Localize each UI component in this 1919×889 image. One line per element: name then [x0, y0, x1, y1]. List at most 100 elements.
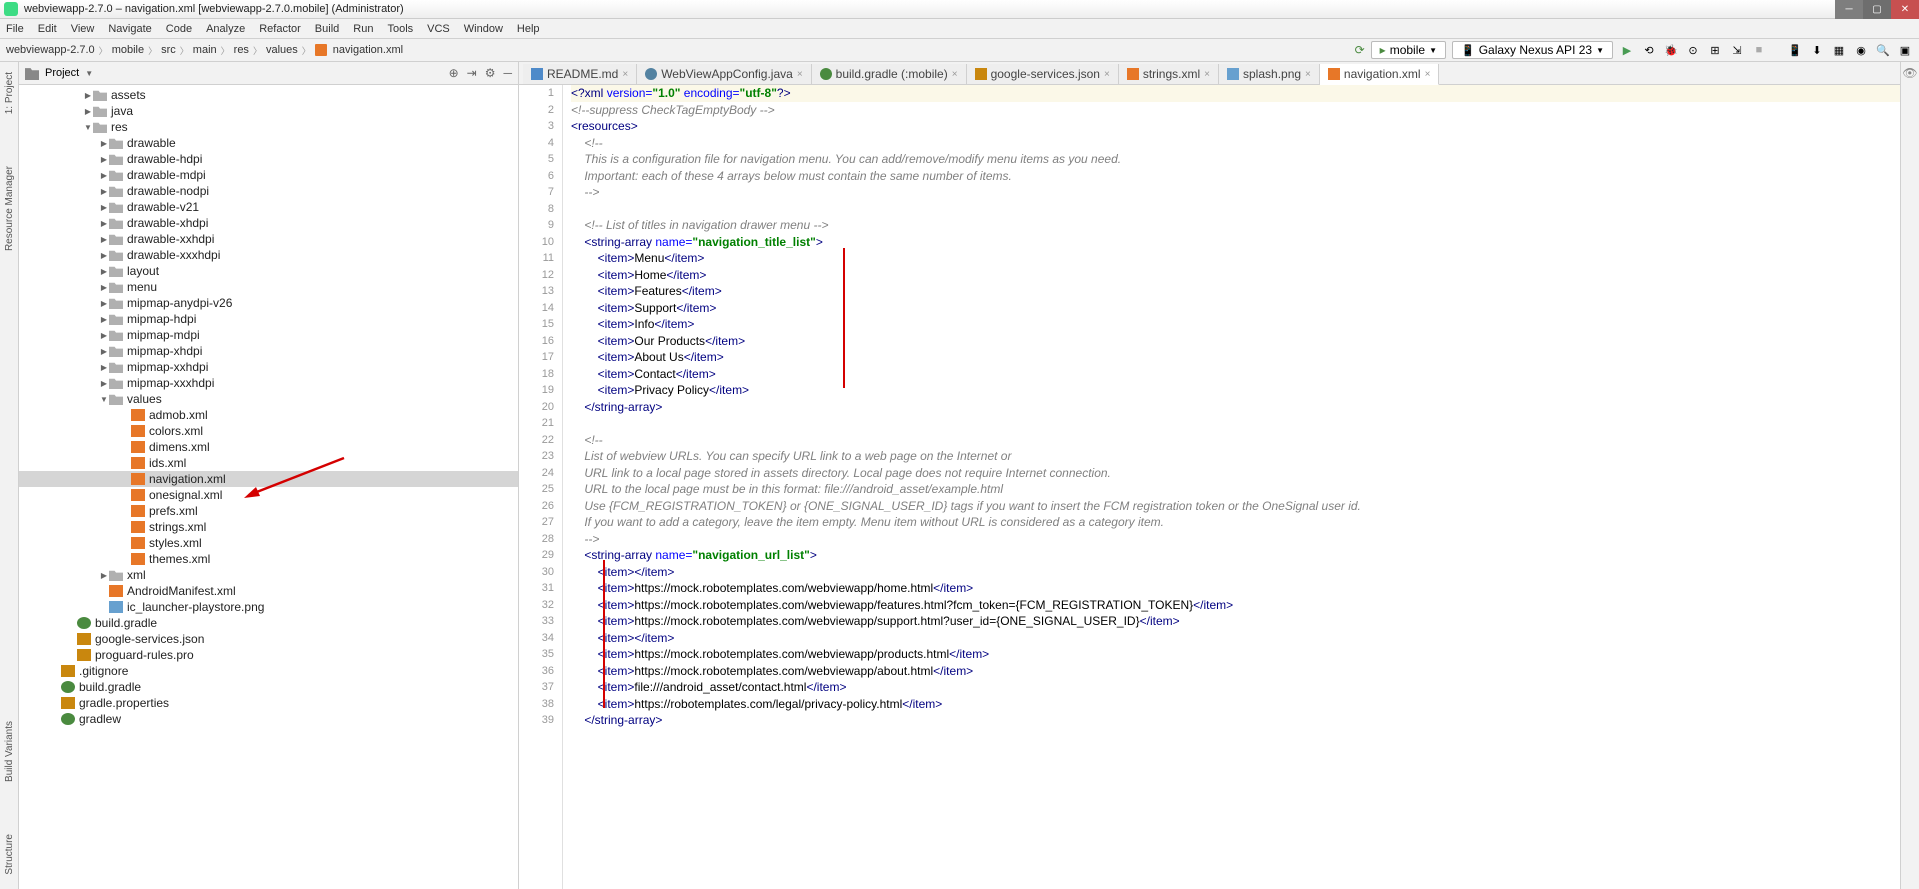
menu-edit[interactable]: Edit — [38, 23, 57, 35]
menu-window[interactable]: Window — [464, 23, 503, 35]
tree-arrow-icon[interactable]: ▶ — [99, 171, 109, 180]
tree-item-values[interactable]: ▼values — [19, 391, 518, 407]
tree-item-mipmap-hdpi[interactable]: ▶mipmap-hdpi — [19, 311, 518, 327]
menu-tools[interactable]: Tools — [387, 23, 413, 35]
code-editor[interactable]: <?xml version="1.0" encoding="utf-8"?><!… — [563, 85, 1900, 889]
tree-arrow-icon[interactable]: ▶ — [99, 571, 109, 580]
code-line[interactable]: <item>Contact</item> — [571, 366, 1900, 383]
tree-arrow-icon[interactable]: ▶ — [99, 363, 109, 372]
tree-item-drawable-xhdpi[interactable]: ▶drawable-xhdpi — [19, 215, 518, 231]
code-line[interactable]: Important: each of these 4 arrays below … — [571, 168, 1900, 185]
editor-tab-google-services-json[interactable]: google-services.json× — [967, 64, 1119, 84]
code-line[interactable]: <!--suppress CheckTagEmptyBody --> — [571, 102, 1900, 119]
tree-item-proguard-rules-pro[interactable]: proguard-rules.pro — [19, 647, 518, 663]
code-line[interactable]: <item></item> — [571, 564, 1900, 581]
project-tool-tab[interactable]: 1: Project — [2, 66, 17, 120]
project-view-dropdown-icon[interactable]: ▼ — [85, 69, 93, 78]
tab-close-icon[interactable]: × — [1305, 69, 1311, 80]
tree-item-colors-xml[interactable]: colors.xml — [19, 423, 518, 439]
breadcrumb-item[interactable]: res — [234, 44, 249, 56]
assistant-icon[interactable]: ◉ — [1853, 42, 1869, 58]
sync-icon[interactable]: ⟳ — [1355, 43, 1365, 57]
editor-tab-readme-md[interactable]: README.md× — [523, 64, 637, 84]
menu-view[interactable]: View — [71, 23, 95, 35]
tree-item-mipmap-mdpi[interactable]: ▶mipmap-mdpi — [19, 327, 518, 343]
add-icon[interactable]: ⊕ — [449, 66, 459, 80]
breadcrumb-item[interactable]: values — [266, 44, 298, 56]
tree-item-drawable-hdpi[interactable]: ▶drawable-hdpi — [19, 151, 518, 167]
tree-arrow-icon[interactable]: ▶ — [99, 379, 109, 388]
code-line[interactable]: URL link to a local page stored in asset… — [571, 465, 1900, 482]
code-line[interactable]: <item>Features</item> — [571, 283, 1900, 300]
tab-close-icon[interactable]: × — [952, 69, 958, 80]
code-line[interactable]: <item>Info</item> — [571, 316, 1900, 333]
build-variants-tab[interactable]: Build Variants — [2, 715, 17, 788]
code-line[interactable]: <string-array name="navigation_title_lis… — [571, 234, 1900, 251]
tree-arrow-icon[interactable]: ▶ — [99, 219, 109, 228]
code-line[interactable]: This is a configuration file for navigat… — [571, 151, 1900, 168]
menu-run[interactable]: Run — [353, 23, 373, 35]
tree-arrow-icon[interactable]: ▶ — [99, 267, 109, 276]
code-line[interactable]: <?xml version="1.0" encoding="utf-8"?> — [571, 85, 1900, 102]
menu-code[interactable]: Code — [166, 23, 192, 35]
stop-icon[interactable]: ■ — [1751, 42, 1767, 58]
sdk-icon[interactable]: ⬇ — [1809, 42, 1825, 58]
maximize-button[interactable]: ▢ — [1863, 0, 1891, 19]
tab-close-icon[interactable]: × — [1204, 69, 1210, 80]
collapse-icon[interactable]: ⇥ — [467, 66, 477, 80]
run-config-dropdown[interactable]: ▸mobile ▼ — [1371, 41, 1446, 59]
code-line[interactable]: Use {FCM_REGISTRATION_TOKEN} or {ONE_SIG… — [571, 498, 1900, 515]
tree-item-onesignal-xml[interactable]: onesignal.xml — [19, 487, 518, 503]
code-line[interactable]: <!-- — [571, 432, 1900, 449]
menu-vcs[interactable]: VCS — [427, 23, 450, 35]
code-line[interactable]: <item>https://mock.robotemplates.com/web… — [571, 663, 1900, 680]
code-line[interactable]: <item>https://mock.robotemplates.com/web… — [571, 597, 1900, 614]
tree-arrow-icon[interactable]: ▶ — [83, 107, 93, 116]
tree-item-mipmap-xhdpi[interactable]: ▶mipmap-xhdpi — [19, 343, 518, 359]
tree-arrow-icon[interactable]: ▶ — [99, 347, 109, 356]
tree-arrow-icon[interactable]: ▶ — [99, 299, 109, 308]
tree-arrow-icon[interactable]: ▶ — [99, 187, 109, 196]
tree-arrow-icon[interactable]: ▶ — [99, 315, 109, 324]
device-dropdown[interactable]: 📱 Galaxy Nexus API 23 ▼ — [1452, 41, 1613, 59]
code-line[interactable]: <item>Menu</item> — [571, 250, 1900, 267]
tree-item-prefs-xml[interactable]: prefs.xml — [19, 503, 518, 519]
tree-item-build-gradle[interactable]: build.gradle — [19, 679, 518, 695]
tree-arrow-icon[interactable]: ▶ — [99, 235, 109, 244]
tree-item-drawable-xxhdpi[interactable]: ▶drawable-xxhdpi — [19, 231, 518, 247]
tree-item-build-gradle[interactable]: build.gradle — [19, 615, 518, 631]
tree-item-ids-xml[interactable]: ids.xml — [19, 455, 518, 471]
tree-item-mipmap-xxxhdpi[interactable]: ▶mipmap-xxxhdpi — [19, 375, 518, 391]
tree-item-menu[interactable]: ▶menu — [19, 279, 518, 295]
tree-arrow-icon[interactable]: ▶ — [99, 283, 109, 292]
tree-arrow-icon[interactable]: ▶ — [83, 91, 93, 100]
code-line[interactable]: <item>file:///android_asset/contact.html… — [571, 679, 1900, 696]
tree-arrow-icon[interactable]: ▶ — [99, 155, 109, 164]
code-line[interactable] — [571, 415, 1900, 432]
tree-item-google-services-json[interactable]: google-services.json — [19, 631, 518, 647]
tree-item-navigation-xml[interactable]: navigation.xml — [19, 471, 518, 487]
tree-item-dimens-xml[interactable]: dimens.xml — [19, 439, 518, 455]
breadcrumb-item[interactable]: navigation.xml — [333, 44, 403, 56]
tree-arrow-icon[interactable]: ▼ — [83, 123, 93, 132]
attach-icon[interactable]: ⇲ — [1729, 42, 1745, 58]
tree-item-admob-xml[interactable]: admob.xml — [19, 407, 518, 423]
code-line[interactable]: </string-array> — [571, 712, 1900, 729]
menu-help[interactable]: Help — [517, 23, 540, 35]
editor-tab-build-gradle---mobile-[interactable]: build.gradle (:mobile)× — [812, 64, 967, 84]
tree-item-gradlew[interactable]: gradlew — [19, 711, 518, 727]
tree-item-styles-xml[interactable]: styles.xml — [19, 535, 518, 551]
hide-icon[interactable]: ─ — [503, 66, 512, 80]
minimize-button[interactable]: ─ — [1835, 0, 1863, 19]
tree-item-drawable-nodpi[interactable]: ▶drawable-nodpi — [19, 183, 518, 199]
code-line[interactable]: <!-- List of titles in navigation drawer… — [571, 217, 1900, 234]
code-line[interactable]: <item>https://robotemplates.com/legal/pr… — [571, 696, 1900, 713]
inspections-icon[interactable]: 👁 — [1902, 66, 1918, 82]
menu-refactor[interactable]: Refactor — [259, 23, 301, 35]
tree-item-res[interactable]: ▼res — [19, 119, 518, 135]
search-icon[interactable]: 🔍 — [1875, 42, 1891, 58]
code-line[interactable]: <item>Our Products</item> — [571, 333, 1900, 350]
apply-changes-icon[interactable]: ⟲ — [1641, 42, 1657, 58]
code-line[interactable]: <item>About Us</item> — [571, 349, 1900, 366]
breadcrumb-item[interactable]: main — [193, 44, 217, 56]
